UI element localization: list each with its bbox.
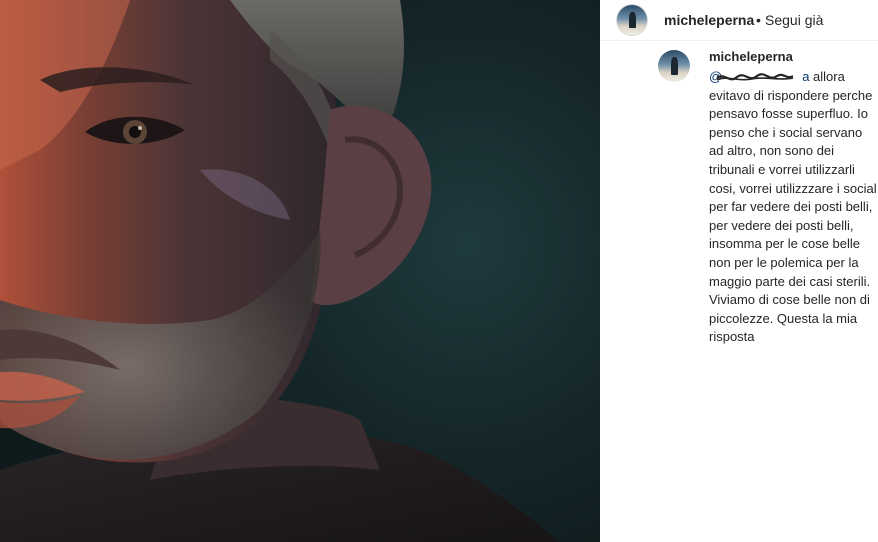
comments-panel: micheleperna • Segui già micheleperna @ a… xyxy=(600,0,878,542)
author-username[interactable]: micheleperna xyxy=(664,12,754,28)
post-photo[interactable] xyxy=(0,0,600,542)
avatar-figure xyxy=(629,11,636,29)
comment-list[interactable]: micheleperna @ a allora evitavo di rispon… xyxy=(600,41,878,542)
avatar-figure xyxy=(670,57,678,75)
redaction-scribble xyxy=(716,73,793,81)
mention-suffix: a xyxy=(802,69,810,84)
portrait-illustration xyxy=(0,0,560,542)
comment-text: @ a allora evitavo di rispondere perche p… xyxy=(709,68,877,347)
author-avatar[interactable] xyxy=(616,4,648,36)
post-header: micheleperna • Segui già xyxy=(600,0,878,41)
separator-dot: • xyxy=(756,12,761,28)
commenter-username[interactable]: micheleperna xyxy=(709,50,793,64)
mention-link[interactable]: @ a xyxy=(709,69,809,84)
commenter-avatar[interactable] xyxy=(658,50,690,82)
comment-body: allora evitavo di rispondere perche pens… xyxy=(709,69,877,345)
following-button[interactable]: Segui già xyxy=(765,12,823,28)
